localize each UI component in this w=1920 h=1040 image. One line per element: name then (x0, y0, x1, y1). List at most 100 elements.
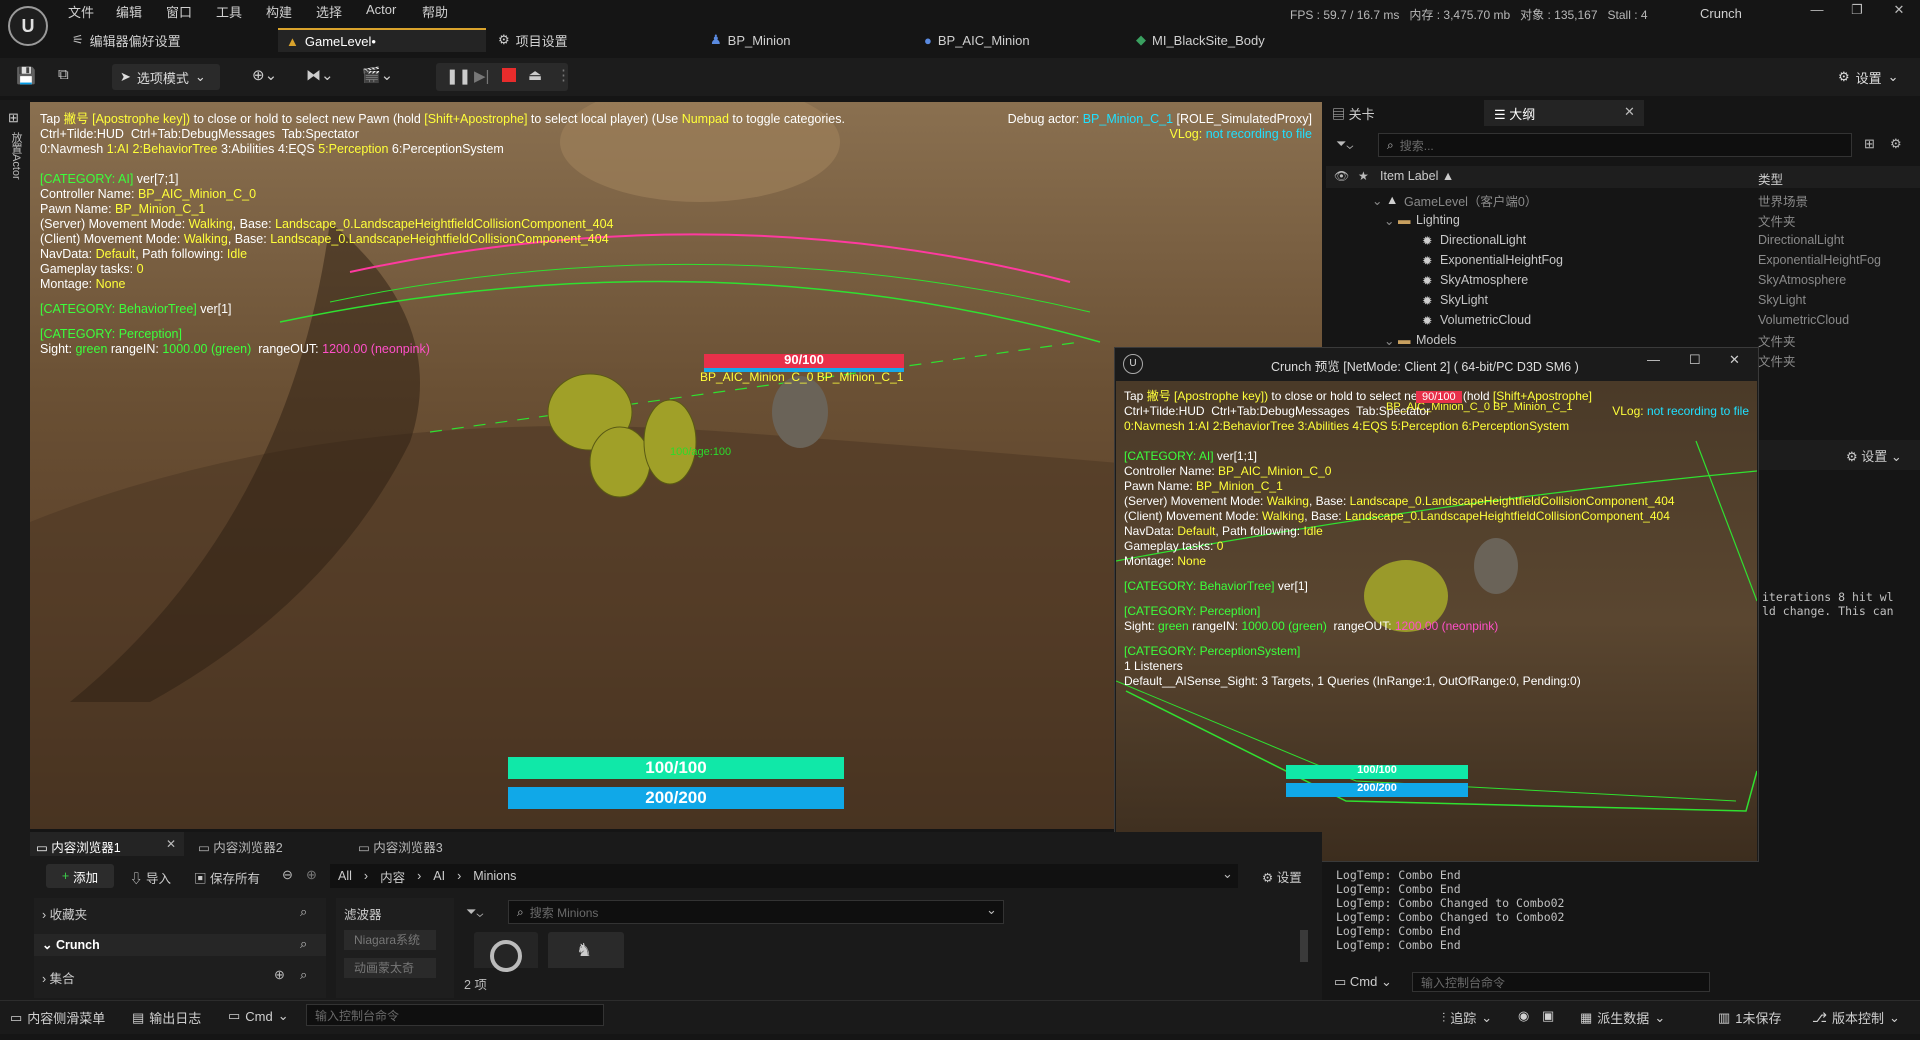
log-console-input[interactable]: 输入控制台命令 (1412, 972, 1710, 992)
blueprint-icon[interactable]: ⧓⌄ (306, 66, 334, 84)
toolbar-settings-button[interactable]: ⚙ 设置 ⌄ (1830, 64, 1907, 90)
tab-bp-aic-minion[interactable]: ● BP_AIC_Minion (916, 28, 1038, 52)
breadcrumb-ai[interactable]: AI (433, 869, 445, 883)
outliner-row[interactable]: ✹ SkyLight SkyLight (1326, 290, 1920, 310)
breadcrumb-minions[interactable]: Minions (473, 869, 516, 883)
derived-data-button[interactable]: ▦ 派生数据 ⌄ (1580, 1008, 1665, 1027)
star-icon[interactable]: ★ (1358, 169, 1369, 183)
filter-anim-montage[interactable]: 动画蒙太奇 (344, 958, 436, 978)
maximize-icon[interactable]: ☐ (1689, 352, 1701, 368)
tab-levels[interactable]: ▤ 关卡 (1332, 104, 1375, 123)
close-icon[interactable]: ✕ (1886, 2, 1912, 20)
outliner-search-input[interactable]: ⌕ 搜索... (1378, 133, 1852, 157)
menu-edit[interactable]: 编辑 (116, 2, 142, 22)
forward-icon[interactable]: ⊕ (306, 867, 317, 883)
tab-material-instance[interactable]: ◆ MI_BlackSite_Body (1128, 28, 1273, 52)
outliner-row[interactable]: ✹ DirectionalLight DirectionalLight (1326, 230, 1920, 250)
chevron-down-icon[interactable]: ⌄ (1222, 866, 1233, 882)
step-icon[interactable]: ▶| (474, 67, 489, 85)
column-type[interactable]: 类型 (1758, 169, 1783, 188)
stop-icon[interactable] (502, 68, 516, 82)
expand-arrow-icon[interactable]: ⌄ (1372, 193, 1382, 208)
collections-section[interactable]: › 集合 (42, 968, 75, 987)
add-button[interactable]: + 添加 (46, 864, 114, 888)
record-icon[interactable]: ◉ (1518, 1008, 1529, 1024)
visibility-icon[interactable]: 👁 (1334, 169, 1349, 183)
expand-arrow-icon[interactable]: ⌄ (1384, 333, 1394, 348)
cb-settings-button[interactable]: ⚙ 设置 (1262, 867, 1302, 886)
trace-button[interactable]: ⫶ 追踪 ⌄ (1442, 1008, 1492, 1027)
outliner-row[interactable]: ⌄ ▲ GameLevel（客户端0） 世界场景 (1326, 190, 1920, 210)
unreal-logo-icon[interactable]: U (8, 6, 48, 46)
add-folder-icon[interactable]: ⊞ (1864, 136, 1875, 152)
minimize-icon[interactable]: — (1804, 2, 1830, 20)
chevron-right-icon: › (457, 869, 462, 883)
close-tab-icon[interactable]: ✕ (1624, 104, 1635, 120)
text: Default (95, 247, 136, 261)
browse-icon[interactable]: ⧉ (58, 66, 69, 83)
status-console-input[interactable]: 输入控制台命令 (306, 1004, 604, 1026)
preview-server-line: (Server) Movement Mode: Walking, Base: L… (1124, 494, 1675, 509)
status-cmd-button[interactable]: ▭ Cmd ⌄ (228, 1008, 289, 1024)
outliner-row[interactable]: ⌄ ▬ Lighting 文件夹 (1326, 210, 1920, 230)
add-actor-icon[interactable]: ⊕⌄ (252, 66, 277, 84)
place-actor-label[interactable]: 放置Actor (8, 132, 24, 180)
place-actor-icon[interactable]: ⊞ (8, 110, 19, 126)
content-drawer-button[interactable]: ▭ 内容侧滑菜单 (10, 1008, 105, 1027)
close-icon[interactable]: ✕ (1729, 352, 1740, 368)
cinematics-icon[interactable]: 🎬⌄ (362, 66, 393, 84)
minimize-icon[interactable]: — (1647, 352, 1660, 367)
column-item-label[interactable]: Item Label ▲ (1380, 169, 1454, 183)
source-control-button[interactable]: ⎇ 版本控制 ⌄ (1812, 1008, 1900, 1027)
close-tab-icon[interactable]: ✕ (166, 837, 176, 851)
tab-bp-minion[interactable]: ♟ BP_Minion (702, 28, 799, 52)
menu-help[interactable]: 帮助 (422, 2, 448, 22)
breadcrumb-all[interactable]: All (338, 869, 352, 883)
add-collection-icon[interactable]: ⊕ (274, 967, 285, 983)
chevron-down-icon[interactable]: ⌄ (986, 902, 997, 918)
mode-select-button[interactable]: ➤ 选项模式 ⌄ (112, 64, 220, 90)
restore-icon[interactable]: ❐ (1844, 2, 1870, 20)
pause-icon[interactable]: ❚❚ (446, 67, 471, 85)
search-icon[interactable]: ⌕ (300, 936, 307, 952)
filter-icon[interactable]: ⏷⌄ (1336, 136, 1353, 152)
outliner-row[interactable]: ✹ VolumetricCloud VolumetricCloud (1326, 310, 1920, 330)
tab-project-settings[interactable]: ⚙ 项目设置 (490, 28, 576, 52)
details-settings-button[interactable]: ⚙ 设置 ⌄ (1846, 446, 1902, 465)
save-icon[interactable]: 💾 (16, 66, 36, 86)
outliner-row[interactable]: ✹ ExponentialHeightFog ExponentialHeightFo… (1326, 250, 1920, 270)
back-icon[interactable]: ⊖ (282, 867, 293, 883)
import-button[interactable]: ⇩ 导入 (130, 868, 171, 887)
favorites-section[interactable]: › 收藏夹 (42, 904, 87, 923)
client-viewport[interactable]: Tap 撇号 [Apostrophe key]) to close or hol… (1116, 381, 1757, 861)
tab-editor-preferences[interactable]: ⚟ 编辑器偏好设置 (64, 28, 189, 52)
menu-window[interactable]: 窗口 (166, 2, 192, 22)
menu-select[interactable]: 选择 (316, 2, 342, 22)
gear-icon[interactable]: ⚙ (1890, 136, 1902, 152)
folder-icon: ▭ (358, 841, 370, 855)
outliner-row[interactable]: ✹ SkyAtmosphere SkyAtmosphere (1326, 270, 1920, 290)
unsaved-button[interactable]: ▥ 1未保存 (1718, 1008, 1782, 1027)
cb-scrollbar[interactable] (1300, 930, 1308, 962)
client-preview-window[interactable]: U Crunch 预览 [NetMode: Client 2] ( 64-bit… (1114, 347, 1759, 862)
menu-build[interactable]: 构建 (266, 2, 292, 22)
tab-content-browser-2[interactable]: ▭ 内容浏览器2 (198, 837, 283, 856)
eject-icon[interactable]: ⏏ (528, 66, 542, 84)
menu-actor[interactable]: Actor (366, 2, 396, 22)
search-icon[interactable]: ⌕ (300, 967, 307, 983)
filter-niagara[interactable]: Niagara系统 (344, 930, 436, 950)
breadcrumb-content[interactable]: 内容 (380, 867, 405, 886)
output-log-button[interactable]: ▤ 输出日志 (132, 1008, 201, 1027)
menu-file[interactable]: 文件 (68, 2, 94, 22)
cb-search-input[interactable]: ⌕ 搜索 Minions (508, 900, 1004, 924)
camera-icon[interactable]: ▣ (1542, 1008, 1554, 1024)
more-options-icon[interactable]: ⋮ (556, 66, 571, 84)
menu-tools[interactable]: 工具 (216, 2, 242, 22)
filter-icon[interactable]: ⏷⌄ (466, 904, 483, 920)
search-icon[interactable]: ⌕ (300, 904, 307, 920)
tab-gamelevel[interactable]: ▲ GameLevel• (278, 28, 486, 52)
save-all-button[interactable]: ▣ 保存所有 (194, 868, 260, 887)
log-cmd-button[interactable]: ▭ Cmd ⌄ (1334, 974, 1392, 990)
expand-arrow-icon[interactable]: ⌄ (1384, 213, 1394, 228)
tab-content-browser-3[interactable]: ▭ 内容浏览器3 (358, 837, 443, 856)
